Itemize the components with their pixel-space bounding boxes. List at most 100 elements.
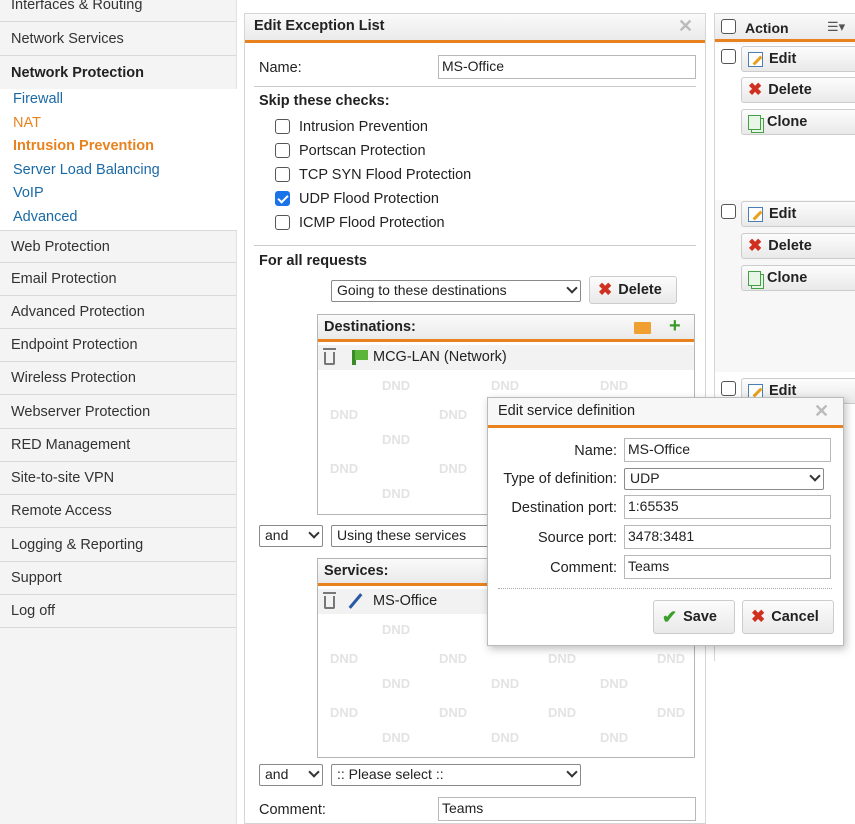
condition-select[interactable]: :: Please select :: [331, 764, 581, 786]
destination-row: MCG-LAN (Network) [318, 345, 694, 370]
nav-advanced-protection[interactable]: Advanced Protection [0, 296, 237, 329]
check-label: UDP Flood Protection [299, 191, 439, 207]
checkbox-intrusion-prevention[interactable] [275, 119, 290, 134]
nav-remote-access[interactable]: Remote Access [0, 495, 237, 528]
dialog-dport-label: Destination port: [511, 500, 617, 516]
destination-select[interactable]: Going to these destinations [331, 280, 581, 302]
dnd-mark: DND [330, 651, 359, 666]
check-label: ICMP Flood Protection [299, 215, 445, 231]
delete-button[interactable]: ✖ Delete [741, 233, 855, 259]
dnd-mark: DND [491, 378, 520, 393]
nav-web-protection[interactable]: Web Protection [0, 231, 237, 263]
subnav-server-load-balancing[interactable]: Server Load Balancing [13, 162, 160, 178]
action-header-label: Action [745, 20, 789, 36]
nav-endpoint-protection[interactable]: Endpoint Protection [0, 329, 237, 362]
checkbox-portscan-protection[interactable] [275, 143, 290, 158]
nav-red-management[interactable]: RED Management [0, 429, 237, 462]
action-header: Action ☰▾ [715, 14, 855, 42]
source-port-input[interactable]: 3478:3481 [624, 525, 831, 549]
nav-interfaces-routing[interactable]: Interfaces & Routing [0, 0, 237, 22]
nav-webserver-protection[interactable]: Webserver Protection [0, 395, 237, 429]
nav-log-off[interactable]: Log off [0, 595, 237, 628]
close-icon[interactable]: ✕ [678, 16, 693, 37]
submenu: Firewall NAT Intrusion Prevention Server… [0, 89, 237, 231]
subnav-advanced[interactable]: Advanced [13, 209, 78, 225]
plus-icon[interactable]: + [669, 315, 681, 338]
dialog-type-label: Type of definition: [503, 471, 617, 487]
dnd-mark: DND [600, 676, 629, 691]
nav-support[interactable]: Support [0, 562, 237, 595]
dnd-mark: DND [491, 676, 520, 691]
sidebar: Interfaces & Routing Network Services Ne… [0, 0, 237, 824]
dnd-mark: DND [382, 486, 411, 501]
dnd-mark: DND [382, 730, 411, 745]
dialog-name-label: Name: [574, 443, 617, 459]
and-select[interactable]: and [259, 525, 323, 547]
nav-email-protection[interactable]: Email Protection [0, 263, 237, 296]
close-icon[interactable]: ✕ [814, 401, 829, 422]
destination-port-input[interactable]: 1:65535 [624, 495, 831, 519]
clone-icon [748, 270, 761, 286]
dnd-mark: DND [657, 705, 686, 720]
folder-icon[interactable] [634, 322, 651, 334]
dialog-sport-label: Source port: [538, 530, 617, 546]
name-label: Name: [259, 60, 302, 76]
comment-input[interactable]: Teams [438, 797, 696, 821]
select-all-checkbox[interactable] [721, 19, 736, 34]
skip-checks-label: Skip these checks: [259, 93, 390, 109]
checkbox-udp-flood[interactable] [275, 191, 290, 206]
dialog-comment-input[interactable]: Teams [624, 555, 831, 579]
type-of-definition-select[interactable]: UDP [624, 468, 824, 490]
cancel-icon: ✖ [751, 607, 766, 626]
save-button[interactable]: ✔ Save [653, 600, 735, 634]
nav-network-protection[interactable]: Network Protection [0, 56, 237, 89]
check-label: Intrusion Prevention [299, 119, 428, 135]
row-checkbox[interactable] [721, 204, 736, 219]
dnd-mark: DND [382, 432, 411, 447]
dnd-mark: DND [600, 378, 629, 393]
cancel-button[interactable]: ✖ Cancel [742, 600, 834, 634]
divider [254, 86, 696, 87]
dialog-name-input[interactable]: MS-Office [624, 438, 831, 462]
destinations-header: Destinations: + [318, 315, 694, 342]
column-menu-icon[interactable]: ☰▾ [827, 19, 845, 35]
subnav-firewall[interactable]: Firewall [13, 91, 63, 107]
row-checkbox[interactable] [721, 381, 736, 396]
edit-button[interactable]: Edit [741, 201, 855, 227]
edit-icon [748, 206, 763, 222]
dnd-mark: DND [600, 730, 629, 745]
service-icon [348, 593, 363, 609]
dialog-comment-label: Comment: [550, 560, 617, 576]
row-checkbox[interactable] [721, 49, 736, 64]
dialog-title: Edit service definition [488, 398, 843, 428]
delete-icon: ✖ [748, 80, 763, 99]
trash-icon[interactable] [323, 348, 336, 365]
service-item: MS-Office [373, 593, 438, 609]
clone-button[interactable]: Clone [741, 265, 855, 291]
check-icon: ✔ [662, 606, 678, 627]
checkbox-icmp-flood[interactable] [275, 215, 290, 230]
name-input[interactable]: MS-Office [438, 55, 696, 79]
delete-icon: ✖ [598, 280, 613, 299]
for-all-requests-label: For all requests [259, 253, 367, 269]
dnd-mark: DND [382, 622, 411, 637]
edit-button[interactable]: Edit [741, 46, 855, 72]
nav-wireless-protection[interactable]: Wireless Protection [0, 362, 237, 395]
nav-site-to-site-vpn[interactable]: Site-to-site VPN [0, 462, 237, 495]
delete-condition-button[interactable]: ✖ Delete [589, 276, 677, 304]
nav-logging-reporting[interactable]: Logging & Reporting [0, 528, 237, 562]
subnav-voip[interactable]: VoIP [13, 185, 44, 201]
destination-item: MCG-LAN (Network) [373, 349, 507, 365]
subnav-nat[interactable]: NAT [13, 115, 41, 131]
nav-network-services[interactable]: Network Services [0, 22, 237, 56]
subnav-intrusion-prevention[interactable]: Intrusion Prevention [13, 138, 154, 154]
check-label: Portscan Protection [299, 143, 426, 159]
checkbox-tcp-syn-flood[interactable] [275, 167, 290, 182]
dnd-mark: DND [657, 651, 686, 666]
dnd-mark: DND [439, 407, 468, 422]
trash-icon[interactable] [323, 592, 336, 609]
clone-button[interactable]: Clone [741, 109, 855, 135]
delete-button[interactable]: ✖ Delete [741, 77, 855, 103]
and-select-2[interactable]: and [259, 764, 323, 786]
comment-label: Comment: [259, 802, 326, 818]
